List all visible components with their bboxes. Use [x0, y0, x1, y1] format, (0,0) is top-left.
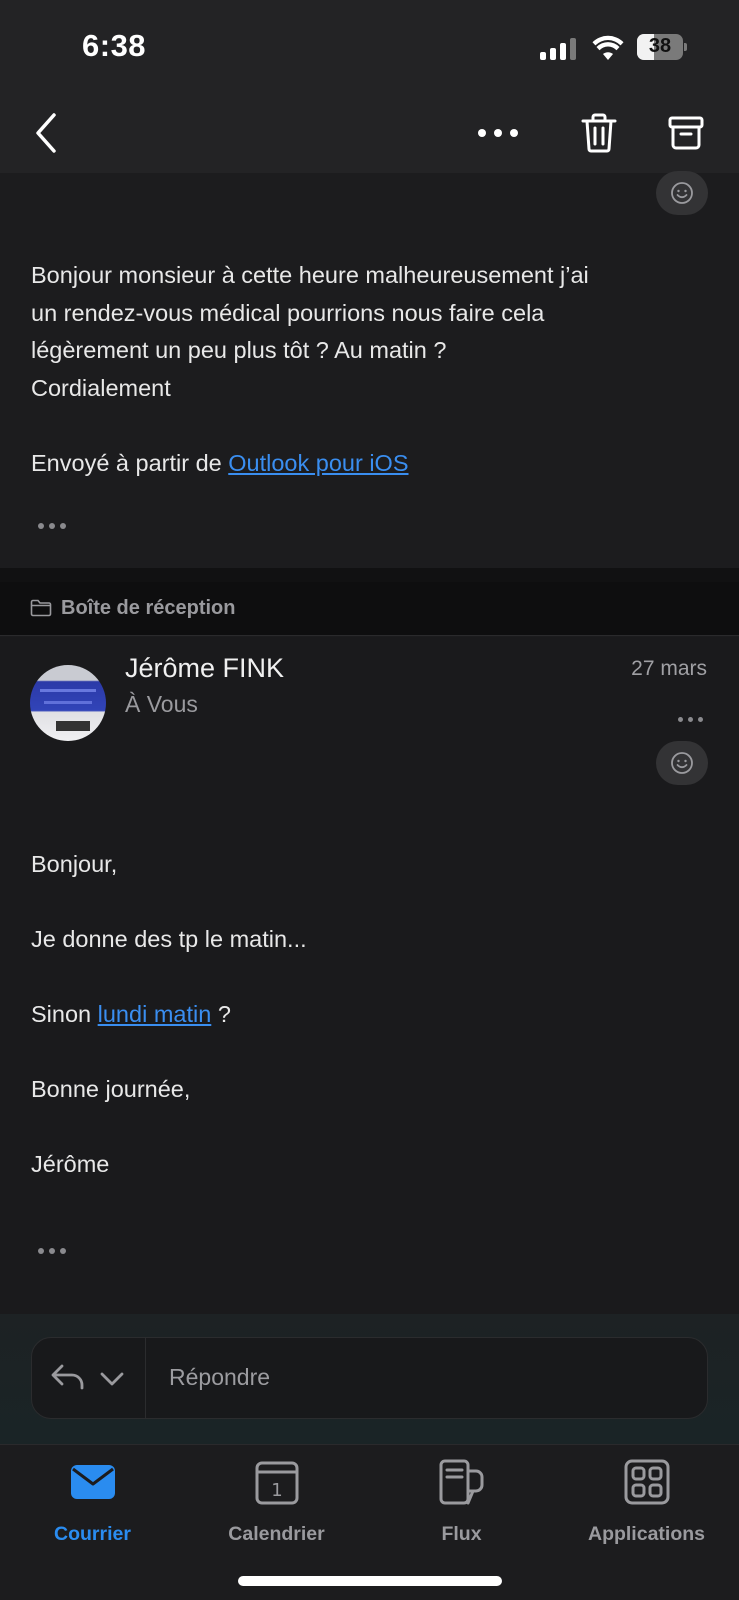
- message-2: Jérôme FINK À Vous 27 mars Bonjour, Je d…: [0, 637, 739, 1314]
- folder-icon: [30, 599, 52, 617]
- trash-icon: [581, 113, 617, 153]
- battery-icon: 38: [637, 34, 687, 60]
- text-span: ?: [211, 1001, 231, 1027]
- text-span: Sinon: [31, 1001, 98, 1027]
- tab-courrier[interactable]: Courrier: [0, 1445, 185, 1555]
- tab-label: Applications: [587, 1523, 705, 1545]
- mail-icon: [70, 1465, 115, 1499]
- avatar[interactable]: [30, 665, 106, 741]
- delete-button[interactable]: [571, 105, 627, 161]
- recipient-label[interactable]: À Vous: [125, 691, 198, 718]
- folder-label: Boîte de réception: [61, 597, 236, 619]
- tab-flux[interactable]: Flux: [369, 1445, 554, 1555]
- message-body-line: Bonjour monsieur à cette heure malheureu…: [31, 262, 589, 288]
- message-1-body: Bonjour monsieur à cette heure malheureu…: [31, 257, 703, 482]
- signature-prefix: Envoyé à partir de: [31, 449, 229, 476]
- signal-icon: [540, 38, 578, 60]
- message-greeting: Bonjour,: [31, 851, 118, 877]
- folder-row: Boîte de réception: [0, 582, 739, 636]
- reply-input[interactable]: Répondre: [169, 1364, 270, 1391]
- tab-label: Courrier: [54, 1523, 131, 1545]
- message-2-body: Bonjour, Je donne des tp le matin... Sin…: [31, 846, 703, 1184]
- reply-icon: [51, 1364, 84, 1390]
- message-body-line: Je donne des tp le matin...: [31, 926, 307, 952]
- reaction-button[interactable]: [656, 171, 708, 215]
- wifi-icon: [592, 35, 624, 60]
- archive-button[interactable]: [658, 105, 714, 161]
- message-body-line: Cordialement: [31, 374, 171, 401]
- chevron-down-icon: [100, 1372, 124, 1386]
- sender-name[interactable]: Jérôme FINK: [125, 653, 284, 684]
- message-more-button[interactable]: [678, 717, 704, 723]
- message-closing: Bonne journée,: [31, 1076, 191, 1102]
- more-horizontal-icon: [478, 129, 518, 137]
- message-body-line: légèrement un peu plus tôt ? Au matin ?: [31, 337, 447, 363]
- home-indicator[interactable]: [238, 1576, 502, 1586]
- message-1: Bonjour monsieur à cette heure malheureu…: [0, 171, 739, 568]
- signature-line: Envoyé à partir de Outlook pour iOS: [31, 445, 703, 483]
- status-bar: 6:38 38: [0, 0, 739, 95]
- status-time: 6:38: [82, 28, 147, 63]
- message-signature: Jérôme: [31, 1151, 110, 1177]
- lundi-matin-link[interactable]: lundi matin: [98, 1001, 212, 1027]
- outlook-ios-link[interactable]: Outlook pour iOS: [228, 450, 408, 476]
- tab-calendrier[interactable]: 1 Calendrier: [184, 1445, 369, 1555]
- message-date: 27 mars: [631, 657, 707, 680]
- smiley-icon: [671, 182, 693, 204]
- reply-options-button[interactable]: [32, 1338, 146, 1418]
- calendar-icon: 1: [255, 1461, 298, 1505]
- back-button[interactable]: [18, 105, 74, 161]
- message-toolbar: [0, 95, 739, 173]
- battery-level: 38: [648, 35, 672, 57]
- show-quoted-button[interactable]: [38, 523, 70, 531]
- show-quoted-button[interactable]: [38, 1248, 70, 1256]
- tab-applications[interactable]: Applications: [554, 1445, 739, 1555]
- email-thread-screen: 6:38 38 Bonjour monsieur à cette heure m…: [0, 0, 739, 1600]
- apps-grid-icon: [624, 1459, 669, 1505]
- svg-text:1: 1: [271, 1480, 282, 1501]
- message-body-line: Sinon lundi matin ?: [31, 996, 703, 1034]
- back-chevron-icon: [36, 113, 56, 153]
- tab-label: Flux: [441, 1523, 482, 1545]
- reaction-button[interactable]: [656, 741, 708, 785]
- tab-label: Calendrier: [228, 1523, 325, 1545]
- message-body-line: un rendez-vous médical pourrions nous fa…: [31, 299, 545, 326]
- reply-box[interactable]: Répondre: [31, 1337, 708, 1419]
- reply-area: Répondre: [0, 1314, 739, 1444]
- thread-divider: [0, 568, 739, 582]
- archive-icon: [668, 116, 704, 150]
- feed-icon: [439, 1459, 483, 1505]
- smiley-icon: [671, 752, 693, 774]
- more-options-button[interactable]: [470, 105, 526, 161]
